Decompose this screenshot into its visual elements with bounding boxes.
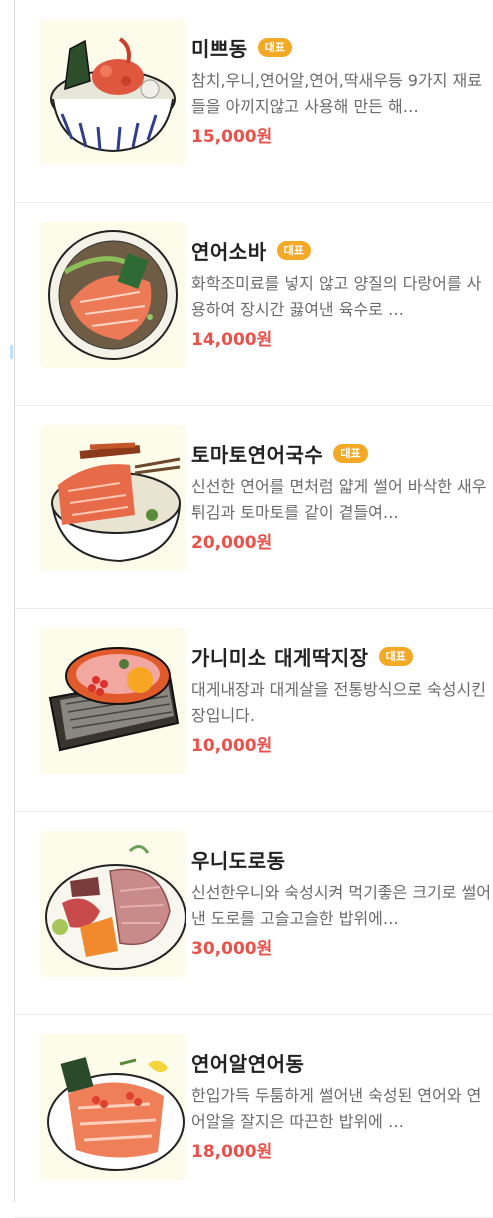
menu-item-price: 20,000원	[191, 533, 273, 553]
signature-badge: 대표	[276, 240, 311, 260]
menu-item-name: 미쁘동	[191, 36, 248, 61]
signature-badge: 대표	[257, 37, 292, 57]
menu-item-image	[40, 425, 186, 571]
menu-list: 미쁘동 대표 참치,우니,연어알,연어,딱새우등 9가지 재료들을 아끼지않고 …	[15, 0, 493, 1218]
menu-item-name: 토마토연어국수	[191, 442, 324, 467]
menu-item[interactable]: 우니도로동 신선한우니와 숙성시켜 먹기좋은 크기로 썰어낸 도로를 고슬고슬한…	[15, 812, 493, 1015]
menu-item-image	[40, 1034, 186, 1180]
menu-item-description: 참치,우니,연어알,연어,딱새우등 9가지 재료들을 아끼지않고 사용해 만든 …	[191, 71, 482, 116]
menu-item-name: 가니미소 대게딱지장	[191, 645, 369, 670]
menu-item-description: 화학조미료를 넣지 않고 양질의 다랑어를 사용하여 장시간 끓여낸 육수로 …	[191, 274, 482, 319]
menu-item-description: 대게내장과 대게살을 전통방식으로 숙성시킨 장입니다.	[191, 680, 486, 725]
menu-item[interactable]: 가니미소 대게딱지장 대표 대게내장과 대게살을 전통방식으로 숙성시킨 장입니…	[15, 609, 493, 812]
menu-item-image	[40, 19, 186, 165]
signature-badge: 대표	[333, 443, 368, 463]
scroll-indicator	[10, 345, 13, 359]
menu-item-name: 연어소바	[191, 239, 267, 264]
signature-badge: 대표	[378, 646, 413, 666]
menu-item-price: 10,000원	[191, 736, 273, 756]
menu-item[interactable]: 연어소바 대표 화학조미료를 넣지 않고 양질의 다랑어를 사용하여 장시간 끓…	[15, 203, 493, 406]
menu-item-price: 14,000원	[191, 330, 273, 350]
menu-item-price: 18,000원	[191, 1142, 273, 1162]
menu-item[interactable]: 미쁘동 대표 참치,우니,연어알,연어,딱새우등 9가지 재료들을 아끼지않고 …	[15, 0, 493, 203]
menu-item-name: 우니도로동	[191, 848, 286, 873]
menu-item[interactable]: 연어알연어동 한입가득 두툼하게 썰어낸 숙성된 연어와 연어알을 잘지은 따끈…	[15, 1015, 493, 1218]
menu-item-price: 15,000원	[191, 127, 273, 147]
menu-item-image	[40, 222, 186, 368]
menu-item-image	[40, 628, 186, 774]
menu-item-description: 신선한 연어를 면처럼 얇게 썰어 바삭한 새우튀김과 토마토를 같이 곁들여…	[191, 477, 487, 522]
menu-item-price: 30,000원	[191, 939, 273, 959]
menu-item[interactable]: 토마토연어국수 대표 신선한 연어를 면처럼 얇게 썰어 바삭한 새우튀김과 토…	[15, 406, 493, 609]
menu-item-description: 신선한우니와 숙성시켜 먹기좋은 크기로 썰어낸 도로를 고슬고슬한 밥위에…	[191, 883, 492, 928]
menu-item-description: 한입가득 두툼하게 썰어낸 숙성된 연어와 연어알을 잘지은 따끈한 밥위에 …	[191, 1086, 482, 1131]
menu-item-name: 연어알연어동	[191, 1051, 305, 1076]
menu-item-image	[40, 831, 186, 977]
